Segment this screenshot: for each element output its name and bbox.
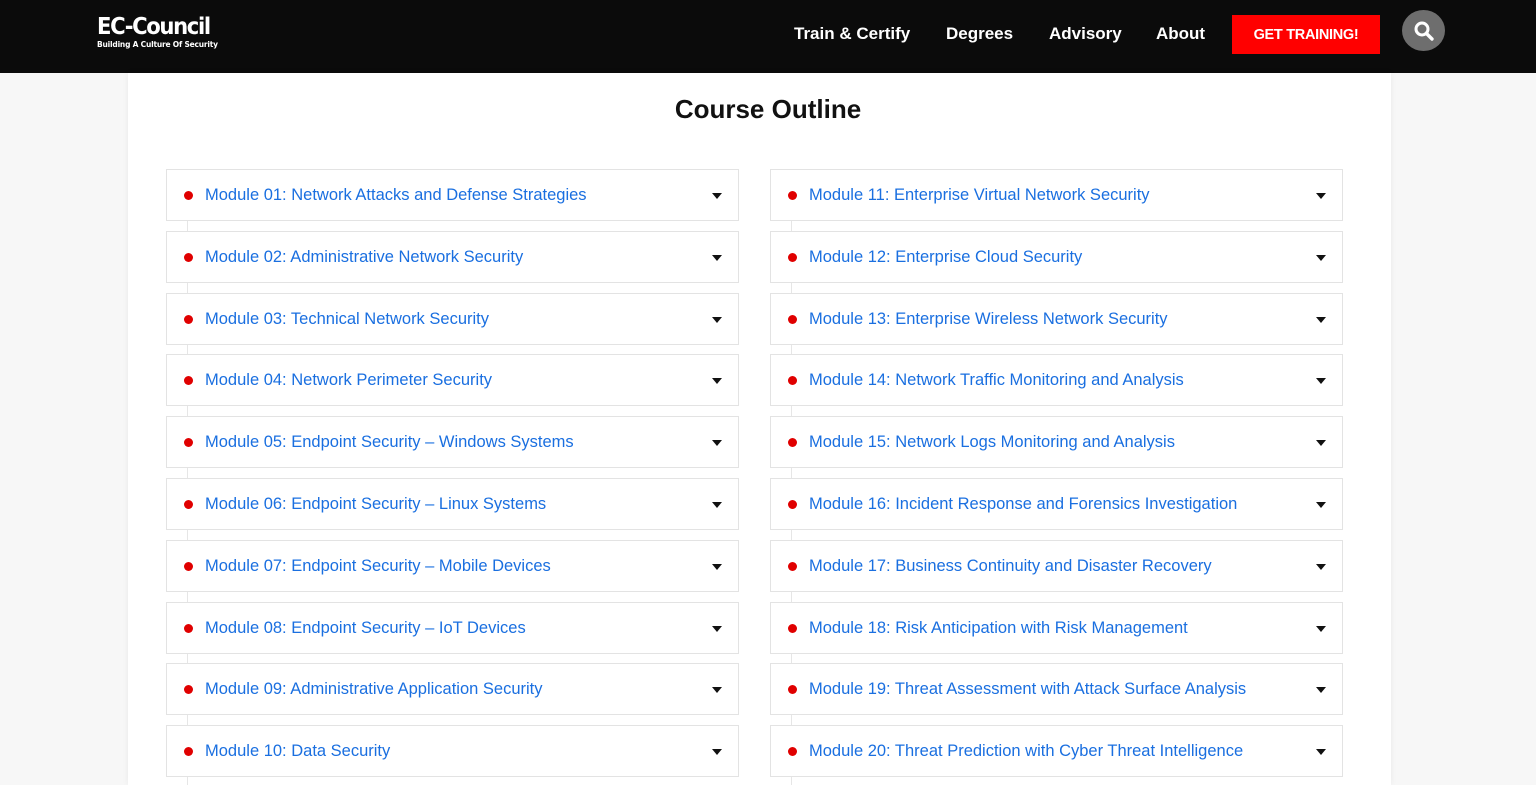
accordion-module-09[interactable]: Module 09: Administrative Application Se… xyxy=(166,663,739,726)
module-title[interactable]: Module 13: Enterprise Wireless Network S… xyxy=(809,309,1168,329)
accordion-module-20[interactable]: Module 20: Threat Prediction with Cyber … xyxy=(770,725,1343,785)
accordion-module-16[interactable]: Module 16: Incident Response and Forensi… xyxy=(770,477,1343,540)
accordion-module-14[interactable]: Module 14: Network Traffic Monitoring an… xyxy=(770,354,1343,417)
module-title[interactable]: Module 18: Risk Anticipation with Risk M… xyxy=(809,618,1188,638)
module-title[interactable]: Module 11: Enterprise Virtual Network Se… xyxy=(809,185,1150,205)
caret-down-icon[interactable] xyxy=(712,749,722,756)
modules-column-right: Module 11: Enterprise Virtual Network Se… xyxy=(770,169,1343,785)
bullet-icon xyxy=(788,252,797,262)
top-navbar: EC-Council Building A Culture Of Securit… xyxy=(0,0,1536,73)
caret-down-icon[interactable] xyxy=(1316,378,1326,385)
page-title: Course Outline xyxy=(674,94,862,124)
caret-down-icon[interactable] xyxy=(1316,749,1326,756)
bullet-icon xyxy=(788,499,797,509)
caret-down-icon[interactable] xyxy=(712,501,722,508)
module-title[interactable]: Module 09: Administrative Application Se… xyxy=(205,679,543,699)
bullet-icon xyxy=(184,438,193,448)
accordion-module-11[interactable]: Module 11: Enterprise Virtual Network Se… xyxy=(770,169,1343,231)
caret-down-icon[interactable] xyxy=(1316,501,1326,508)
module-title[interactable]: Module 20: Threat Prediction with Cyber … xyxy=(809,741,1243,761)
caret-down-icon[interactable] xyxy=(1316,563,1326,570)
module-title[interactable]: Module 12: Enterprise Cloud Security xyxy=(809,247,1082,267)
bullet-icon xyxy=(184,499,193,509)
nav-train-certify[interactable]: Train & Certify xyxy=(794,22,910,46)
accordion-module-13[interactable]: Module 13: Enterprise Wireless Network S… xyxy=(770,292,1343,355)
module-title[interactable]: Module 04: Network Perimeter Security xyxy=(205,370,492,390)
caret-down-icon[interactable] xyxy=(1316,193,1326,199)
bullet-icon xyxy=(184,376,193,386)
bullet-icon xyxy=(184,747,193,757)
logo-tagline: Building A Culture Of Security xyxy=(97,40,218,49)
caret-down-icon[interactable] xyxy=(712,563,722,570)
accordion-module-06[interactable]: Module 06: Endpoint Security – Linux Sys… xyxy=(166,477,739,540)
bullet-icon xyxy=(184,191,193,200)
accordion-module-08[interactable]: Module 08: Endpoint Security – IoT Devic… xyxy=(166,601,739,664)
accordion-module-10[interactable]: Module 10: Data Security xyxy=(166,725,739,785)
accordion-module-17[interactable]: Module 17: Business Continuity and Disas… xyxy=(770,539,1343,602)
module-title[interactable]: Module 01: Network Attacks and Defense S… xyxy=(205,185,587,205)
caret-down-icon[interactable] xyxy=(712,625,722,632)
accordion-module-02[interactable]: Module 02: Administrative Network Securi… xyxy=(166,230,739,293)
accordion-module-18[interactable]: Module 18: Risk Anticipation with Risk M… xyxy=(770,601,1343,664)
caret-down-icon[interactable] xyxy=(1316,254,1326,261)
bullet-icon xyxy=(788,623,797,633)
caret-down-icon[interactable] xyxy=(712,316,722,323)
modules-column-left: Module 01: Network Attacks and Defense S… xyxy=(166,169,739,785)
caret-down-icon[interactable] xyxy=(1316,625,1326,632)
module-title[interactable]: Module 02: Administrative Network Securi… xyxy=(205,247,523,267)
bullet-icon xyxy=(184,561,193,571)
accordion-module-04[interactable]: Module 04: Network Perimeter Security xyxy=(166,354,739,417)
search-icon xyxy=(1414,21,1434,41)
bullet-icon xyxy=(788,747,797,757)
accordion-module-15[interactable]: Module 15: Network Logs Monitoring and A… xyxy=(770,416,1343,479)
bullet-icon xyxy=(788,191,797,200)
caret-down-icon[interactable] xyxy=(712,254,722,261)
bullet-icon xyxy=(788,376,797,386)
accordion-module-12[interactable]: Module 12: Enterprise Cloud Security xyxy=(770,230,1343,293)
accordion-module-05[interactable]: Module 05: Endpoint Security – Windows S… xyxy=(166,416,739,479)
module-title[interactable]: Module 15: Network Logs Monitoring and A… xyxy=(809,432,1175,452)
bullet-icon xyxy=(184,252,193,262)
caret-down-icon[interactable] xyxy=(712,378,722,385)
accordion-module-07[interactable]: Module 07: Endpoint Security – Mobile De… xyxy=(166,539,739,602)
module-title[interactable]: Module 05: Endpoint Security – Windows S… xyxy=(205,432,574,452)
nav-about[interactable]: About xyxy=(1156,22,1205,46)
accordion-module-03[interactable]: Module 03: Technical Network Security xyxy=(166,292,739,355)
module-title[interactable]: Module 10: Data Security xyxy=(205,741,390,761)
caret-down-icon[interactable] xyxy=(712,440,722,447)
bullet-icon xyxy=(184,685,193,695)
nav-advisory[interactable]: Advisory xyxy=(1049,22,1122,46)
accordion-module-19[interactable]: Module 19: Threat Assessment with Attack… xyxy=(770,663,1343,726)
module-title[interactable]: Module 06: Endpoint Security – Linux Sys… xyxy=(205,494,546,514)
bullet-icon xyxy=(788,314,797,324)
caret-down-icon[interactable] xyxy=(1316,316,1326,323)
bullet-icon xyxy=(788,438,797,448)
search-button[interactable] xyxy=(1402,10,1445,51)
accordion-module-01[interactable]: Module 01: Network Attacks and Defense S… xyxy=(166,169,739,231)
module-title[interactable]: Module 03: Technical Network Security xyxy=(205,309,489,329)
module-title[interactable]: Module 08: Endpoint Security – IoT Devic… xyxy=(205,618,526,638)
module-title[interactable]: Module 17: Business Continuity and Disas… xyxy=(809,556,1212,576)
module-title[interactable]: Module 16: Incident Response and Forensi… xyxy=(809,494,1237,514)
logo-name: EC-Council xyxy=(97,14,211,40)
caret-down-icon[interactable] xyxy=(1316,687,1326,694)
caret-down-icon[interactable] xyxy=(1316,440,1326,447)
bullet-icon xyxy=(184,623,193,633)
get-training-button[interactable]: GET TRAINING! xyxy=(1232,15,1380,54)
module-title[interactable]: Module 19: Threat Assessment with Attack… xyxy=(809,679,1246,699)
bullet-icon xyxy=(788,561,797,571)
nav-degrees[interactable]: Degrees xyxy=(946,22,1013,46)
module-title[interactable]: Module 14: Network Traffic Monitoring an… xyxy=(809,370,1184,390)
module-title[interactable]: Module 07: Endpoint Security – Mobile De… xyxy=(205,556,551,576)
bullet-icon xyxy=(184,314,193,324)
bullet-icon xyxy=(788,685,797,695)
caret-down-icon[interactable] xyxy=(712,193,722,199)
caret-down-icon[interactable] xyxy=(712,687,722,694)
ec-council-logo[interactable]: EC-Council Building A Culture Of Securit… xyxy=(97,14,220,50)
